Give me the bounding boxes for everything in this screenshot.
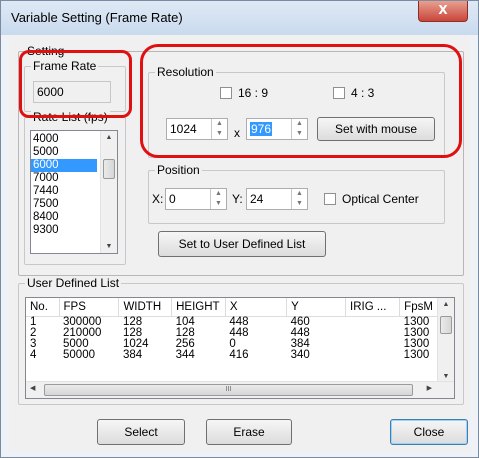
optical-center-label: Optical Center — [342, 192, 419, 206]
column-header[interactable]: FPS — [59, 298, 120, 317]
position-y-value: 24 — [250, 192, 264, 206]
user-list-vscrollbar[interactable]: ▲ ▼ — [437, 298, 454, 383]
spin-up-icon[interactable]: ▲ — [211, 189, 226, 199]
table-row[interactable]: 4 50000 384 344 416 340 1300 — [26, 349, 439, 361]
set-to-user-list-button[interactable]: Set to User Defined List — [158, 231, 326, 257]
column-header[interactable]: WIDTH — [118, 298, 173, 317]
user-list-hscrollbar[interactable]: ◀ III ▶ — [26, 381, 454, 398]
table-cell — [346, 350, 400, 361]
scroll-up-icon[interactable]: ▲ — [101, 134, 117, 141]
table-cell: 416 — [229, 349, 249, 361]
scroll-up-icon[interactable]: ▲ — [438, 301, 454, 308]
table-cell: 344 — [175, 349, 195, 361]
scroll-right-icon[interactable]: ▶ — [427, 384, 432, 392]
column-header[interactable]: IRIG ... — [345, 298, 401, 317]
table-header-row: No. FPS WIDTH HEIGHT X Y IRIG ... FpsM — [26, 298, 439, 317]
position-label: Position — [155, 163, 202, 177]
table-cell: 340 — [290, 349, 310, 361]
user-list-grid: No. FPS WIDTH HEIGHT X Y IRIG ... FpsM 1… — [26, 298, 439, 361]
erase-button[interactable]: Erase — [206, 419, 292, 445]
title-bar: Variable Setting (Frame Rate) X — [1, 1, 478, 35]
rate-item-selected[interactable]: 6000 — [31, 159, 97, 172]
column-header[interactable]: FpsM — [399, 298, 439, 317]
user-list-label: User Defined List — [25, 276, 122, 290]
rate-listbox[interactable]: 4000 5000 6000 7000 7440 7500 8400 9300 … — [30, 130, 118, 254]
position-y-field[interactable]: 24 ▲ ▼ — [246, 188, 308, 210]
select-button[interactable]: Select — [97, 419, 185, 445]
table-cell — [346, 328, 400, 339]
spin-up-icon[interactable]: ▲ — [292, 189, 307, 199]
position-x-field[interactable]: 0 ▲ ▼ — [165, 188, 227, 210]
column-header[interactable]: Y — [286, 298, 347, 317]
dialog-client: Setting Frame Rate 6000 Rate List (fps) … — [9, 35, 470, 451]
hscroll-thumb[interactable]: III — [44, 384, 413, 396]
column-header[interactable]: X — [225, 298, 288, 317]
annotation-frame-rate — [19, 50, 132, 118]
table-cell — [346, 317, 400, 329]
scroll-down-icon[interactable]: ▼ — [438, 373, 454, 380]
position-y-spinner[interactable]: ▲ ▼ — [291, 189, 307, 209]
position-y-label: Y: — [232, 192, 243, 206]
window-title: Variable Setting (Frame Rate) — [11, 10, 183, 25]
table-cell: 384 — [122, 349, 143, 361]
dialog-window: Variable Setting (Frame Rate) X Setting … — [0, 0, 479, 458]
spin-down-icon[interactable]: ▼ — [211, 199, 226, 209]
window-close-button[interactable]: X — [418, 1, 468, 22]
column-header[interactable]: No. — [26, 298, 60, 317]
table-cell: 4 — [30, 349, 37, 361]
spin-down-icon[interactable]: ▼ — [292, 199, 307, 209]
scroll-left-icon[interactable]: ◀ — [30, 384, 35, 392]
annotation-resolution — [140, 44, 462, 158]
scroll-down-icon[interactable]: ▼ — [101, 243, 117, 250]
scroll-thumb[interactable] — [440, 316, 452, 334]
close-button[interactable]: Close — [390, 419, 468, 445]
position-x-spinner[interactable]: ▲ ▼ — [210, 189, 226, 209]
scroll-thumb[interactable] — [103, 159, 115, 179]
column-header[interactable]: HEIGHT — [171, 298, 226, 317]
table-cell — [346, 339, 400, 350]
table-cell: 1300 — [403, 349, 430, 361]
user-defined-table[interactable]: No. FPS WIDTH HEIGHT X Y IRIG ... FpsM 1… — [25, 297, 455, 399]
position-x-label: X: — [152, 192, 164, 206]
rate-list-scrollbar[interactable]: ▲ ▼ — [100, 131, 117, 253]
position-x-value: 0 — [169, 192, 176, 206]
optical-center-checkbox[interactable] — [324, 193, 336, 205]
table-cell: 50000 — [63, 349, 95, 361]
